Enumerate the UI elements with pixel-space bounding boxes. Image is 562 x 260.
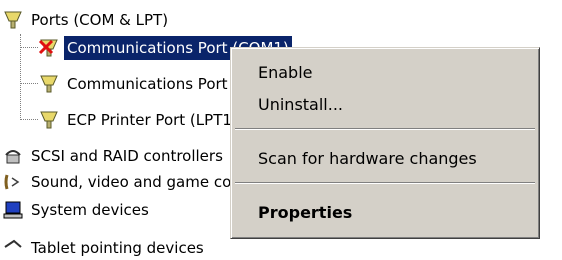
computer-icon bbox=[3, 201, 23, 219]
port-icon bbox=[40, 75, 58, 93]
tree-item-label: ECP Printer Port (LPT1) bbox=[67, 111, 238, 129]
tree-item-label: Ports (COM & LPT) bbox=[31, 11, 169, 29]
tree-line bbox=[20, 119, 38, 120]
context-menu: Enable Uninstall... Scan for hardware ch… bbox=[230, 47, 540, 239]
tree-item-label: SCSI and RAID controllers bbox=[31, 147, 223, 165]
tree-item-system[interactable]: System devices bbox=[2, 198, 152, 222]
sound-icon bbox=[4, 174, 20, 190]
tree-item-tablet[interactable]: Tablet pointing devices bbox=[2, 236, 207, 260]
scsi-controller-icon bbox=[5, 150, 21, 164]
tree-item-ports[interactable]: Ports (COM & LPT) bbox=[2, 8, 171, 32]
menu-item-enable[interactable]: Enable bbox=[234, 58, 536, 88]
menu-item-scan-hardware[interactable]: Scan for hardware changes bbox=[234, 144, 536, 174]
menu-item-uninstall[interactable]: Uninstall... bbox=[234, 90, 536, 120]
tree-item-scsi[interactable]: SCSI and RAID controllers bbox=[2, 144, 226, 168]
tablet-icon bbox=[4, 239, 22, 248]
menu-item-properties[interactable]: Properties bbox=[234, 198, 536, 228]
port-icon bbox=[4, 11, 22, 29]
tree-item-label: System devices bbox=[31, 201, 149, 219]
menu-separator bbox=[235, 128, 535, 130]
port-disabled-icon bbox=[38, 39, 58, 57]
menu-separator bbox=[235, 182, 535, 184]
tree-line bbox=[20, 83, 38, 84]
tree-item-label: Tablet pointing devices bbox=[31, 239, 204, 257]
port-icon bbox=[40, 111, 58, 129]
tree-line bbox=[20, 47, 38, 48]
tree-item-lpt1[interactable]: ECP Printer Port (LPT1) bbox=[38, 108, 241, 132]
